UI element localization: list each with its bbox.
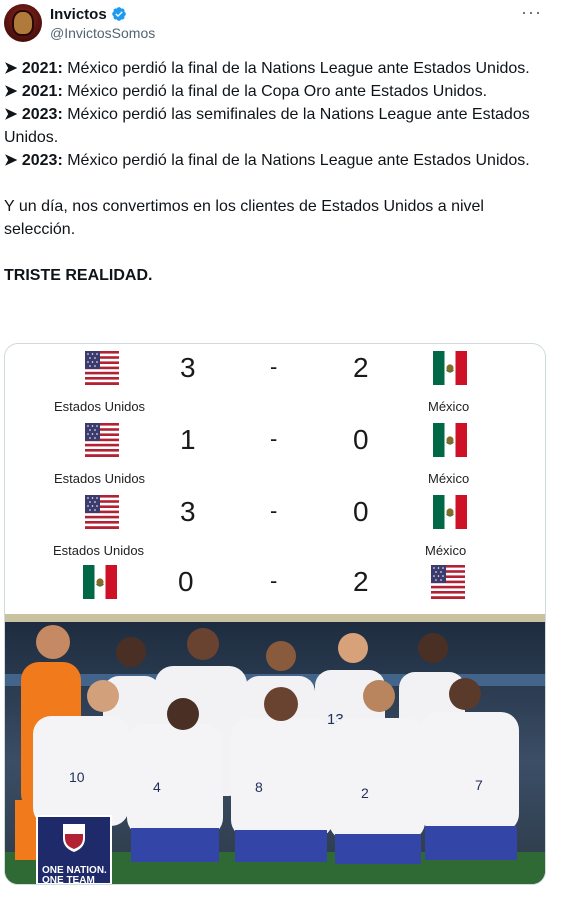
right-score: 2 — [353, 352, 369, 383]
tweet-header: Invictos @InvictosSomos ··· — [0, 0, 562, 52]
jersey-number: 2 — [361, 785, 369, 801]
score-dash: - — [270, 568, 278, 593]
tweet-line: ➤ 2021: México perdió la final de la Nat… — [4, 60, 530, 77]
tweet-line: ➤ 2023: México perdió la final de la Nat… — [4, 152, 530, 169]
tweet-text: ➤ 2021: México perdió la final de la Nat… — [4, 57, 544, 287]
avatar[interactable] — [4, 4, 42, 42]
right-team-label: México — [428, 471, 470, 486]
tweet-closing: Y un día, nos convertimos en los cliente… — [4, 198, 484, 238]
score-dash: - — [270, 498, 278, 523]
left-score: 0 — [178, 566, 194, 597]
left-score: 3 — [180, 352, 196, 383]
left-team-label: Estados Unidos — [53, 543, 145, 558]
tweet-media[interactable]: 3 - 2 Estados Unidos México 1 - 0 Estado… — [4, 343, 546, 885]
user-handle[interactable]: @InvictosSomos — [50, 25, 155, 41]
right-team-label: México — [428, 399, 470, 414]
jersey-number: 10 — [69, 769, 85, 785]
left-score: 1 — [180, 424, 196, 455]
team-photo-illustration: 13 10 4 8 2 7 ONE NATION. ONE TEAM — [5, 614, 545, 884]
jersey-number: 4 — [153, 779, 161, 795]
display-name[interactable]: Invictos — [50, 6, 107, 23]
right-score: 2 — [353, 566, 369, 597]
mexico-flag-icon — [433, 423, 467, 457]
right-team-label: México — [425, 543, 467, 558]
right-score: 0 — [353, 424, 369, 455]
jersey-number: 8 — [255, 779, 263, 795]
jersey-number: 7 — [475, 777, 483, 793]
tweet-line: ➤ 2023: México perdió las semifinales de… — [4, 106, 530, 146]
left-team-label: Estados Unidos — [54, 399, 146, 414]
mexico-flag-icon — [433, 351, 467, 385]
score-dash: - — [270, 426, 278, 451]
left-score: 3 — [180, 496, 196, 527]
more-options-icon[interactable]: ··· — [521, 2, 542, 23]
name-row: Invictos — [50, 5, 127, 23]
score-dash: - — [270, 354, 278, 379]
avatar-mask-icon — [12, 10, 34, 36]
left-team-label: Estados Unidos — [54, 471, 146, 486]
tweet-line: ➤ 2021: México perdió la final de la Cop… — [4, 83, 488, 100]
team-photo: 13 10 4 8 2 7 ONE NATION. ONE TEAM — [5, 614, 545, 884]
verified-badge-icon — [111, 7, 126, 21]
banner-line-2: ONE TEAM — [42, 875, 95, 884]
right-score: 0 — [353, 496, 369, 527]
usa-flag-icon — [431, 565, 465, 599]
mexico-flag-icon — [433, 495, 467, 529]
tweet-emphasis: TRISTE REALIDAD. — [4, 267, 153, 284]
